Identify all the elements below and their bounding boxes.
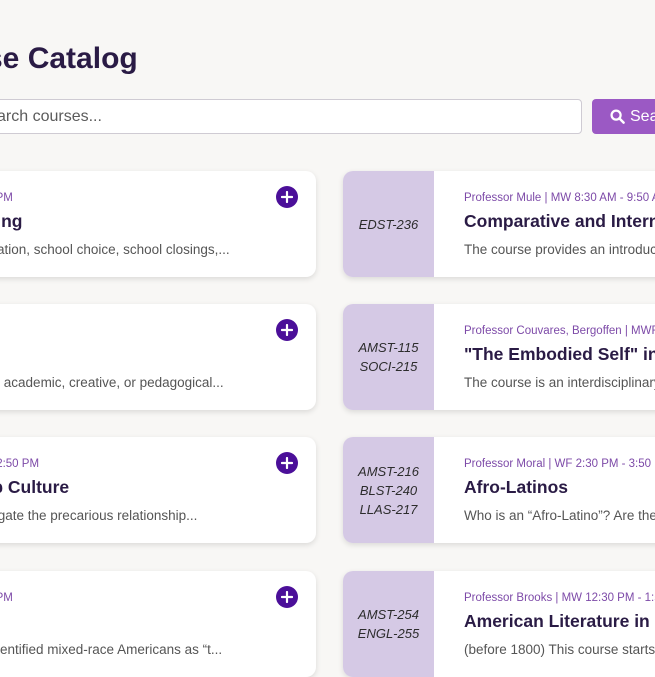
course-card[interactable]: AMST-254 ENGL-255 Professor Brooks | MW … bbox=[343, 571, 655, 677]
course-card[interactable]: 3:20 PM ooling gregation, school choice,… bbox=[0, 171, 316, 277]
plus-icon bbox=[281, 191, 293, 203]
course-meta: Professor Brooks | MW 12:30 PM - 1:50 PM bbox=[464, 592, 655, 604]
plus-icon bbox=[281, 324, 293, 336]
search-icon bbox=[610, 109, 625, 124]
search-button-label: Sea bbox=[630, 107, 655, 125]
add-course-button[interactable] bbox=[276, 586, 298, 608]
course-card[interactable]: EDST-236 Professor Mule | MW 8:30 AM - 9… bbox=[343, 171, 655, 277]
course-code: AMST-254 ENGL-255 bbox=[343, 571, 434, 677]
course-title: American Literature in Co bbox=[464, 611, 655, 631]
course-description: The course is an interdisciplinary, h bbox=[464, 375, 655, 390]
search-input[interactable] bbox=[0, 99, 582, 134]
course-title: Comparative and International bbox=[464, 211, 655, 231]
course-card[interactable]: 3:20 PM ter identified mixed-race Americ… bbox=[0, 571, 316, 677]
course-card[interactable]: AMST-216 BLST-240 LLAS-217 Professor Mor… bbox=[343, 437, 655, 543]
course-meta: 3:20 PM bbox=[0, 192, 13, 204]
course-meta: Professor Moral | WF 2:30 PM - 3:50 PM bbox=[464, 458, 655, 470]
course-title: Pop Culture bbox=[0, 477, 70, 497]
course-code: AMST-216 BLST-240 LLAS-217 bbox=[343, 437, 434, 543]
add-course-button[interactable] bbox=[276, 452, 298, 474]
course-meta: Professor Couvares, Bergoffen | MWF 9:00 bbox=[464, 325, 655, 337]
course-meta: 3:20 PM bbox=[0, 592, 13, 604]
course-code: EDST-236 bbox=[343, 171, 434, 277]
course-card[interactable]: M - 12:50 PM Pop Culture terrogate the p… bbox=[0, 437, 316, 543]
course-description: Who is an “Afro-Latino”? Are they bbox=[464, 508, 655, 523]
course-description: gregation, school choice, school closing… bbox=[0, 242, 230, 257]
course-title: Afro-Latinos bbox=[464, 477, 569, 497]
course-code: AMST-115 SOCI-215 bbox=[343, 304, 434, 410]
add-course-button[interactable] bbox=[276, 319, 298, 341]
course-title: ooling bbox=[0, 211, 23, 231]
search-button[interactable]: Sea bbox=[592, 99, 655, 134]
course-card[interactable]: nded academic, creative, or pedagogical.… bbox=[0, 304, 316, 410]
page-title: se Catalog bbox=[0, 42, 138, 75]
add-course-button[interactable] bbox=[276, 186, 298, 208]
course-card[interactable]: AMST-115 SOCI-215 Professor Couvares, Be… bbox=[343, 304, 655, 410]
course-meta: M - 12:50 PM bbox=[0, 458, 40, 470]
course-description: nded academic, creative, or pedagogical.… bbox=[0, 375, 224, 390]
plus-icon bbox=[281, 591, 293, 603]
course-description: terrogate the precarious relationship... bbox=[0, 508, 198, 523]
plus-icon bbox=[281, 457, 293, 469]
course-meta: Professor Mule | MW 8:30 AM - 9:50 AM bbox=[464, 192, 655, 204]
course-description: The course provides an introduction bbox=[464, 242, 655, 257]
course-title: "The Embodied Self" in A bbox=[464, 344, 655, 364]
